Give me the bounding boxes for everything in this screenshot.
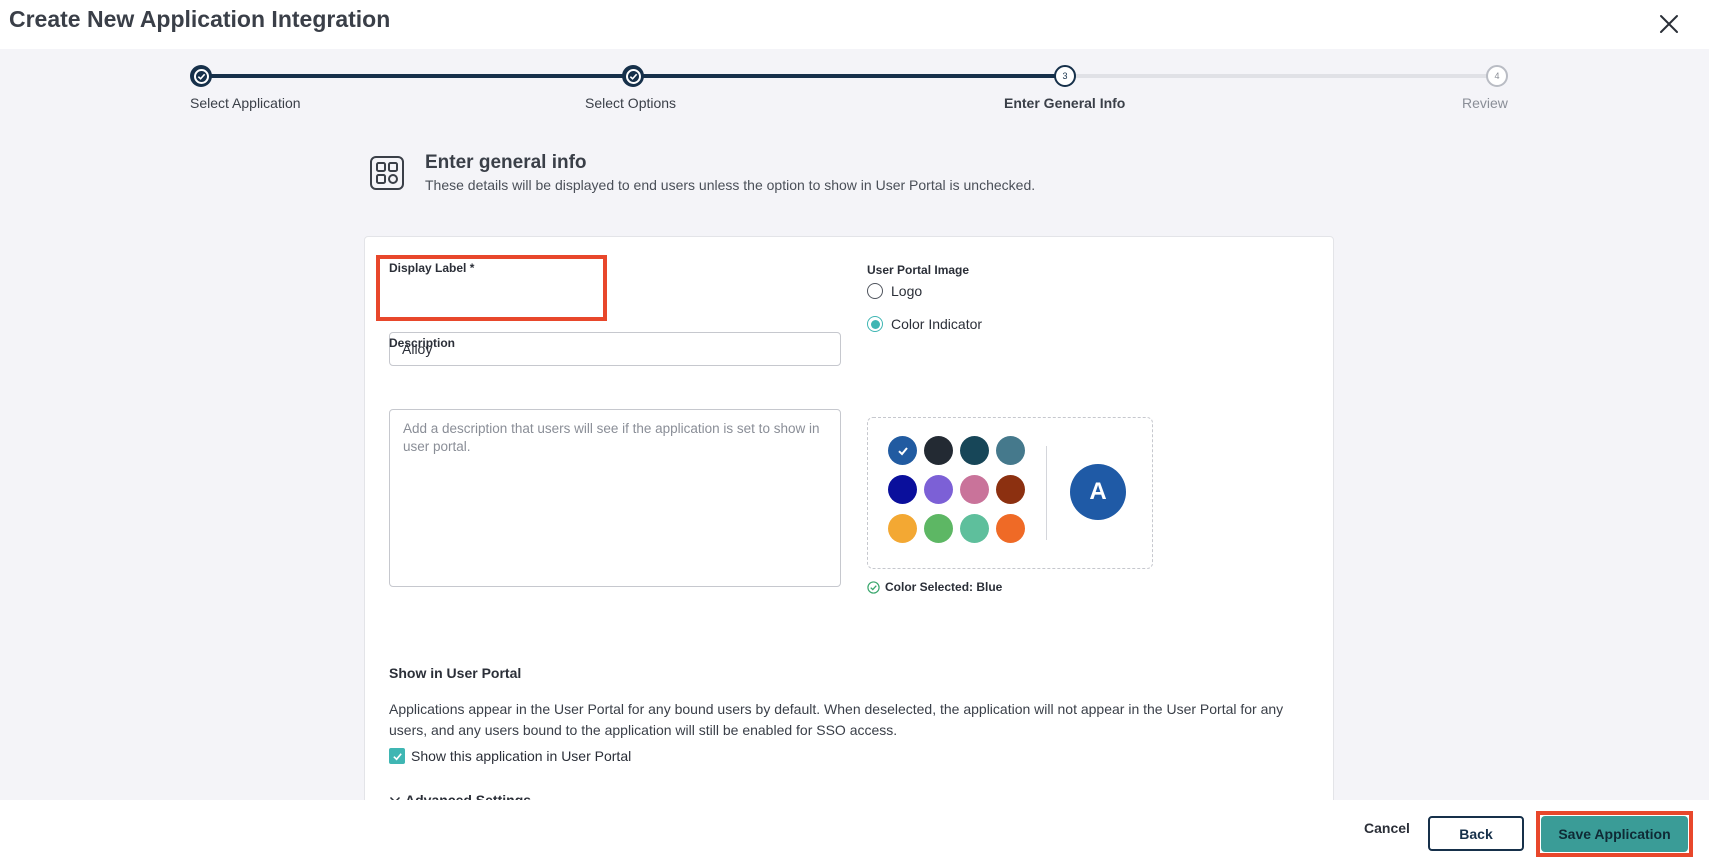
color-swatch[interactable] (960, 514, 989, 543)
advanced-settings-toggle[interactable]: Advanced Settings (389, 792, 531, 800)
show-in-portal-checkbox[interactable]: Show this application in User Portal (389, 748, 631, 764)
cancel-button[interactable]: Cancel (1356, 816, 1418, 840)
description-label: Description (389, 336, 456, 350)
modal-body: 3 4 Select Application Select Options En… (0, 49, 1709, 800)
modal-header: Create New Application Integration (0, 0, 1709, 49)
show-in-portal-title: Show in User Portal (389, 665, 522, 681)
step-2-complete-icon (622, 65, 644, 87)
color-selected-text: Color Selected: Blue (885, 580, 1003, 594)
color-box-divider (1046, 446, 1047, 540)
section-subtitle: These details will be displayed to end u… (425, 177, 1036, 193)
step-label-review: Review (1462, 95, 1508, 111)
color-swatch[interactable] (996, 514, 1025, 543)
color-swatch[interactable] (888, 514, 917, 543)
step-1-complete-icon (190, 65, 212, 87)
highlight-display-label (376, 255, 607, 321)
radio-color-indicator-label: Color Indicator (891, 316, 983, 332)
color-swatch[interactable] (996, 475, 1025, 504)
display-label-input[interactable] (389, 332, 841, 366)
description-textarea[interactable] (389, 409, 841, 587)
color-swatch[interactable] (924, 514, 953, 543)
color-picker: A (867, 417, 1153, 569)
step-label-select-options: Select Options (585, 95, 677, 111)
modal-footer: Cancel Back Save Application (0, 800, 1709, 860)
user-portal-image-label: User Portal Image (867, 263, 970, 277)
show-in-portal-checkbox-label: Show this application in User Portal (411, 748, 632, 764)
close-icon[interactable] (1657, 12, 1681, 36)
radio-logo-control[interactable] (867, 283, 883, 299)
avatar-preview: A (1070, 464, 1126, 520)
step-4-future: 4 (1486, 65, 1508, 87)
section-title: Enter general info (425, 152, 587, 173)
step-3-current: 3 (1054, 65, 1076, 87)
checkbox-checked-icon[interactable] (389, 748, 405, 764)
color-swatch[interactable] (924, 475, 953, 504)
highlight-save-button (1536, 811, 1693, 857)
check-icon (897, 446, 908, 455)
color-swatch[interactable] (996, 436, 1025, 465)
color-swatch[interactable] (888, 436, 917, 465)
color-swatch[interactable] (924, 436, 953, 465)
stepper-remaining-line (1065, 74, 1497, 78)
step-label-enter-general-info: Enter General Info (1004, 95, 1126, 111)
radio-color-indicator[interactable]: Color Indicator (867, 316, 982, 332)
step-label-select-application: Select Application (190, 95, 301, 111)
advanced-settings-label: Advanced Settings (405, 792, 532, 800)
radio-logo-label: Logo (891, 283, 923, 299)
color-swatch[interactable] (960, 475, 989, 504)
color-swatch[interactable] (888, 475, 917, 504)
radio-logo[interactable]: Logo (867, 283, 922, 299)
app-grid-icon (369, 155, 405, 191)
color-selected-status: Color Selected: Blue (867, 580, 1002, 594)
color-swatch[interactable] (960, 436, 989, 465)
back-button[interactable]: Back (1428, 816, 1524, 851)
show-in-portal-description: Applications appear in the User Portal f… (389, 701, 1284, 738)
check-circle-icon (867, 580, 880, 594)
radio-color-indicator-control[interactable] (867, 316, 883, 332)
page-title: Create New Application Integration (9, 6, 391, 32)
